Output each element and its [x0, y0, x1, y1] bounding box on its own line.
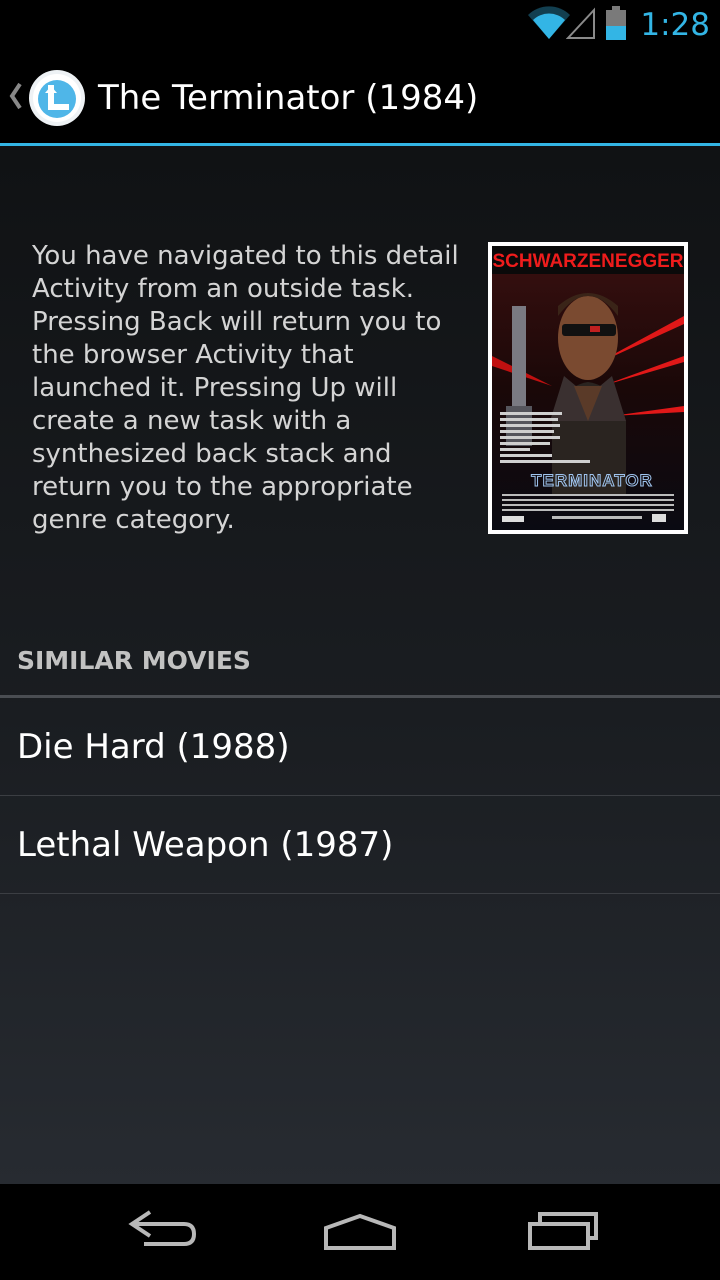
recents-icon — [528, 1212, 598, 1250]
screen: 1:28 The Terminator (1984) You have navi… — [0, 0, 720, 1280]
status-icons: 1:28 — [528, 0, 710, 50]
action-bar: The Terminator (1984) — [0, 50, 720, 146]
movie-poster: SCHWARZENEGGER TERMINATOR — [488, 242, 688, 534]
page-title: The Terminator (1984) — [98, 78, 479, 118]
similar-movies-header: SIMILAR MOVIES — [0, 638, 720, 698]
wifi-icon — [528, 6, 571, 44]
app-logo-icon — [28, 69, 86, 127]
back-icon — [128, 1210, 197, 1246]
section-header-label: SIMILAR MOVIES — [17, 646, 251, 675]
status-bar: 1:28 — [0, 0, 720, 50]
back-button[interactable] — [110, 1202, 210, 1262]
list-item[interactable]: Die Hard (1988) — [0, 698, 720, 796]
content-area: You have navigated to this detail Activi… — [0, 146, 720, 1184]
recents-button[interactable] — [510, 1202, 610, 1262]
list-item-label: Lethal Weapon (1987) — [17, 824, 394, 865]
poster-headline: SCHWARZENEGGER — [492, 251, 683, 272]
home-icon — [324, 1213, 396, 1250]
list-item-label: Die Hard (1988) — [17, 726, 290, 767]
list-item[interactable]: Lethal Weapon (1987) — [0, 796, 720, 894]
chevron-left-icon — [6, 80, 26, 112]
navigation-bar — [0, 1184, 720, 1280]
similar-movies-list: Die Hard (1988) Lethal Weapon (1987) — [0, 698, 720, 894]
home-button[interactable] — [310, 1202, 410, 1262]
battery-icon — [606, 6, 627, 44]
cell-signal-icon — [566, 6, 596, 44]
poster-title-art: TERMINATOR — [531, 471, 653, 490]
status-time: 1:28 — [640, 7, 710, 43]
detail-description: You have navigated to this detail Activi… — [32, 241, 459, 535]
